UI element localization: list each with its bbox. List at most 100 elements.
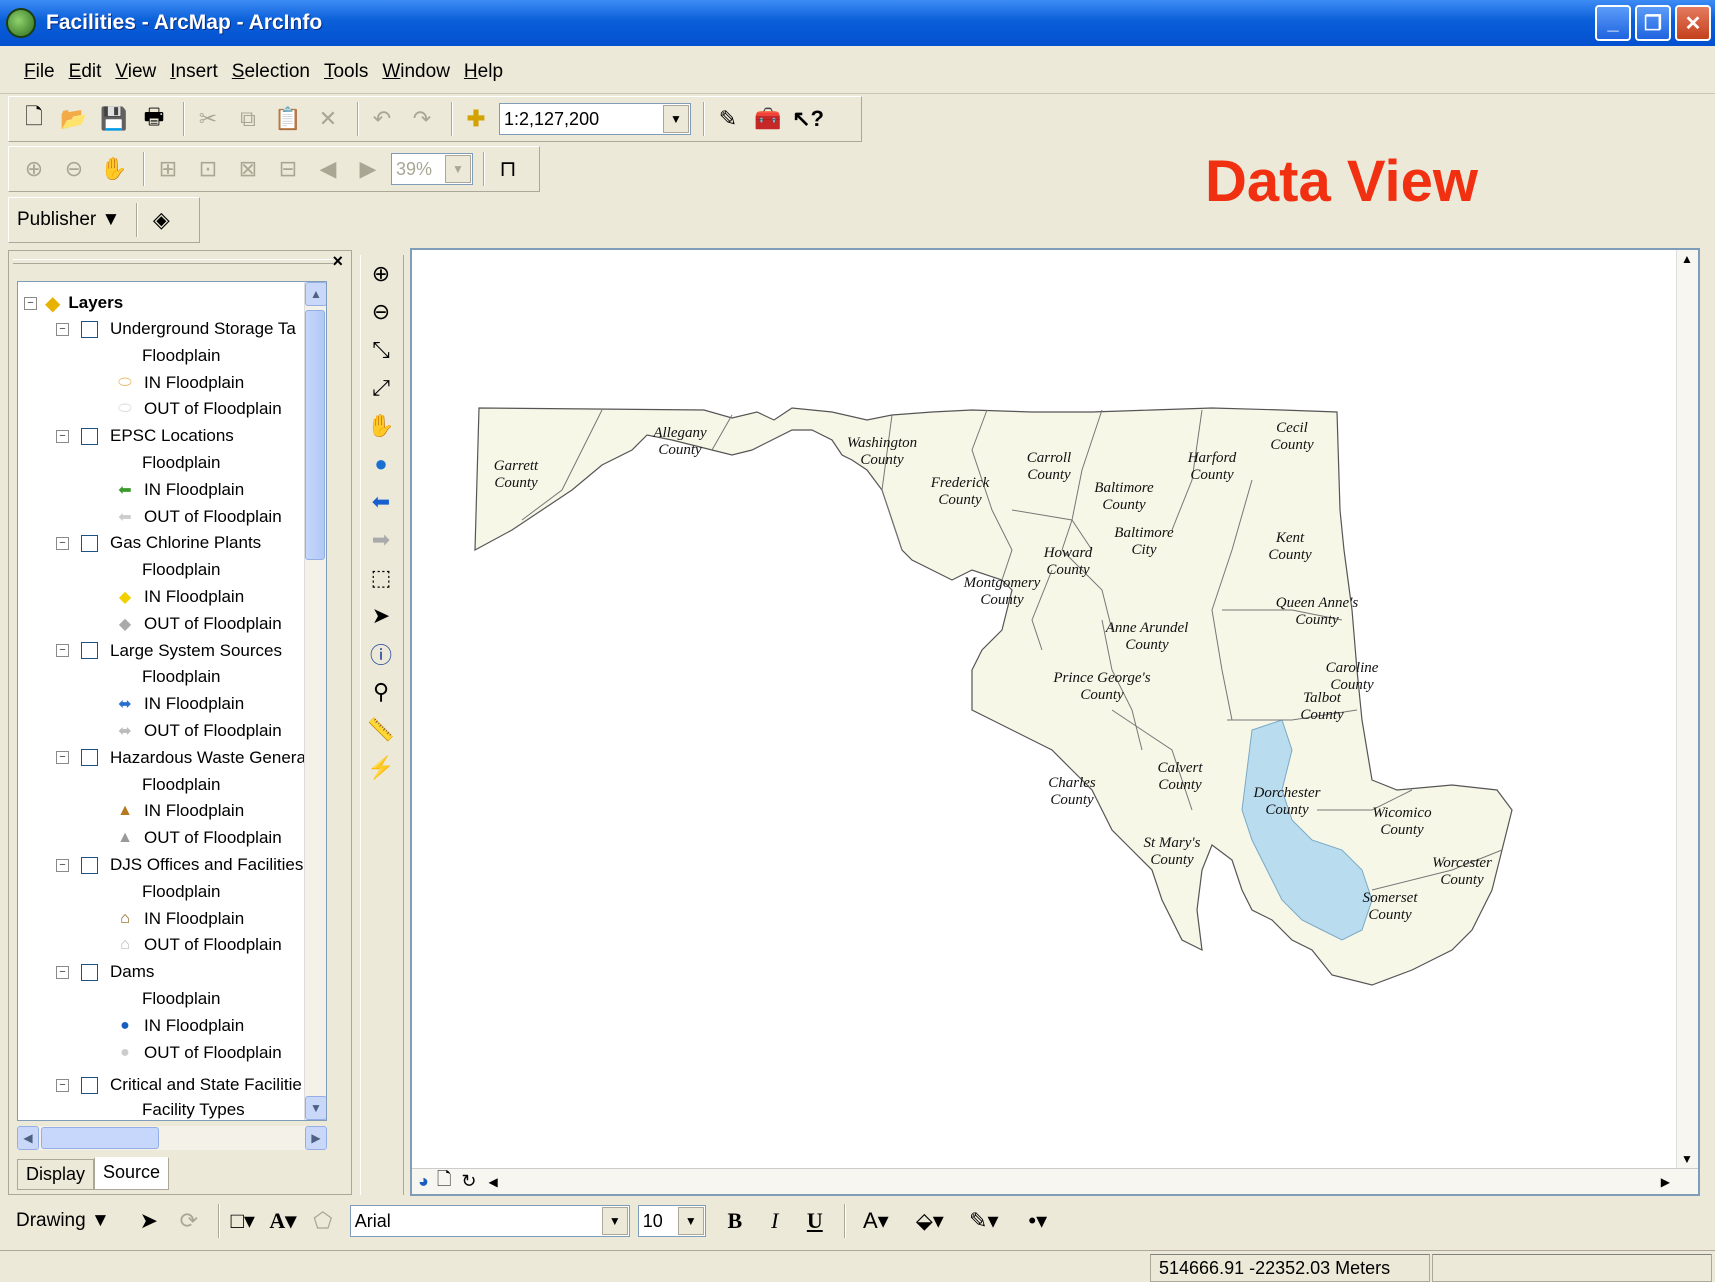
- layer-item[interactable]: − Large System Sources: [56, 638, 282, 664]
- open-folder-icon[interactable]: 📂: [57, 102, 91, 136]
- line-color-icon[interactable]: ✎▾: [960, 1204, 1008, 1238]
- chevron-down-icon[interactable]: ▼: [445, 155, 471, 183]
- save-icon[interactable]: 💾: [97, 102, 131, 136]
- menu-help[interactable]: Help: [464, 61, 503, 83]
- marker-color-icon[interactable]: •▾: [1014, 1204, 1062, 1238]
- select-features-icon[interactable]: ⬚: [361, 559, 401, 597]
- collapse-icon[interactable]: −: [56, 536, 69, 550]
- layer-visibility-checkbox[interactable]: [81, 320, 98, 338]
- new-text-icon[interactable]: A▾: [266, 1204, 300, 1238]
- zoom-out-icon[interactable]: ⊖: [361, 293, 401, 331]
- full-extent-globe-icon[interactable]: ●: [361, 445, 401, 483]
- layer-visibility-checkbox[interactable]: [81, 642, 98, 660]
- toc-horizontal-scrollbar[interactable]: ◀ ▶: [17, 1126, 327, 1150]
- scroll-right-icon[interactable]: ▶: [1661, 1175, 1670, 1189]
- arctoolbox-icon[interactable]: 🧰: [751, 102, 785, 136]
- rotate-icon[interactable]: ⟳: [172, 1204, 206, 1238]
- hscroll-thumb[interactable]: [41, 1127, 159, 1149]
- menu-selection[interactable]: Selection: [232, 61, 310, 83]
- scroll-left-icon[interactable]: ◀: [17, 1126, 39, 1150]
- collapse-icon[interactable]: −: [56, 1078, 69, 1092]
- go-back-extent-icon[interactable]: ◀: [311, 152, 345, 186]
- italic-button[interactable]: I: [758, 1204, 792, 1238]
- identify-icon[interactable]: ⓘ: [361, 635, 401, 673]
- layer-visibility-checkbox[interactable]: [81, 534, 98, 552]
- layer-visibility-checkbox[interactable]: [81, 749, 98, 767]
- menu-view[interactable]: View: [115, 61, 156, 83]
- layout-zoom-combo[interactable]: 39% ▼: [391, 153, 473, 185]
- whats-this-help-icon[interactable]: ↖?: [791, 102, 825, 136]
- close-button[interactable]: ✕: [1675, 5, 1711, 41]
- layer-visibility-checkbox[interactable]: [81, 1076, 98, 1094]
- restore-button[interactable]: ❐: [1635, 5, 1671, 41]
- chevron-down-icon[interactable]: ▼: [663, 105, 689, 133]
- underline-button[interactable]: U: [798, 1204, 832, 1238]
- find-binoculars-icon[interactable]: ⚲: [361, 673, 401, 711]
- menu-edit[interactable]: Edit: [69, 61, 102, 83]
- editor-toolbar-icon[interactable]: ✎: [711, 102, 745, 136]
- drawing-menu[interactable]: Drawing ▼: [16, 1210, 110, 1232]
- minimize-button[interactable]: _: [1595, 5, 1631, 41]
- toc-vertical-scrollbar[interactable]: ▲ ▼: [304, 282, 326, 1120]
- map-vertical-scrollbar[interactable]: ▲ ▼: [1676, 250, 1698, 1170]
- fixed-zoom-in-icon[interactable]: ⤡: [361, 331, 401, 369]
- layer-item[interactable]: − DJS Offices and Facilities: [56, 852, 303, 878]
- add-data-icon[interactable]: ✚: [459, 102, 493, 136]
- undo-icon[interactable]: ↶: [365, 102, 399, 136]
- layout-zoom-out-icon[interactable]: ⊖: [57, 152, 91, 186]
- redo-icon[interactable]: ↷: [405, 102, 439, 136]
- copy-icon[interactable]: ⧉: [231, 102, 265, 136]
- map-scale-combo[interactable]: 1:2,127,200 ▼: [499, 103, 691, 135]
- hyperlink-icon[interactable]: ⚡: [361, 749, 401, 787]
- layers-root[interactable]: − ◆ Layers: [24, 290, 123, 316]
- cut-icon[interactable]: ✂: [191, 102, 225, 136]
- menu-insert[interactable]: Insert: [170, 61, 218, 83]
- fixed-zoom-in-icon[interactable]: ⊠: [231, 152, 265, 186]
- paste-icon[interactable]: 📋: [271, 102, 305, 136]
- toc-grip[interactable]: [13, 259, 333, 264]
- layer-item[interactable]: − Underground Storage Ta: [56, 316, 296, 342]
- print-icon[interactable]: 🖶: [137, 102, 171, 136]
- layer-critical-facilities[interactable]: − Critical and State Facilitie: [56, 1072, 302, 1098]
- scroll-down-icon[interactable]: ▼: [1681, 1152, 1693, 1166]
- layer-visibility-checkbox[interactable]: [81, 856, 98, 874]
- edit-vertices-icon[interactable]: ⬠: [306, 1204, 340, 1238]
- select-elements-arrow-icon[interactable]: ➤: [132, 1204, 166, 1238]
- layout-zoom-in-icon[interactable]: ⊕: [17, 152, 51, 186]
- go-forward-extent-icon[interactable]: ▶: [351, 152, 385, 186]
- zoom-in-icon[interactable]: ⊕: [361, 255, 401, 293]
- data-view-globe-icon[interactable]: ◕: [418, 1171, 429, 1192]
- layer-item[interactable]: − Dams: [56, 959, 154, 985]
- collapse-icon[interactable]: −: [56, 429, 69, 443]
- publisher-layers-icon[interactable]: ◈: [144, 203, 178, 237]
- layer-item[interactable]: − EPSC Locations: [56, 423, 234, 449]
- collapse-icon[interactable]: −: [56, 644, 69, 658]
- collapse-icon[interactable]: −: [56, 322, 69, 336]
- menu-tools[interactable]: Tools: [324, 61, 368, 83]
- zoom-100-icon[interactable]: ⊡: [191, 152, 225, 186]
- fill-color-icon[interactable]: ⬙▾: [906, 1204, 954, 1238]
- collapse-icon[interactable]: −: [56, 965, 69, 979]
- layer-visibility-checkbox[interactable]: [81, 963, 98, 981]
- layer-item[interactable]: − Gas Chlorine Plants: [56, 530, 261, 556]
- scroll-thumb[interactable]: [305, 310, 325, 560]
- scroll-right-icon[interactable]: ▶: [305, 1126, 327, 1150]
- layout-pan-icon[interactable]: ✋: [97, 152, 131, 186]
- layout-view-page-icon[interactable]: 🗋: [437, 1167, 451, 1197]
- layer-item[interactable]: − Hazardous Waste Genera: [56, 745, 306, 771]
- font-size-combo[interactable]: 10 ▼: [637, 1205, 706, 1237]
- menu-window[interactable]: Window: [382, 61, 450, 83]
- bold-button[interactable]: B: [718, 1204, 752, 1238]
- new-document-icon[interactable]: 🗋: [17, 102, 51, 136]
- menu-file[interactable]: File: [24, 61, 55, 83]
- scroll-left-icon[interactable]: ◀: [488, 1175, 497, 1189]
- collapse-icon[interactable]: −: [24, 296, 37, 310]
- scroll-up-icon[interactable]: ▲: [305, 282, 326, 306]
- measure-icon[interactable]: 📏: [361, 711, 401, 749]
- zoom-whole-page-icon[interactable]: ⊞: [151, 152, 185, 186]
- scroll-down-icon[interactable]: ▼: [305, 1096, 326, 1120]
- tab-source[interactable]: Source: [94, 1157, 170, 1190]
- fixed-zoom-out-icon[interactable]: ⊟: [271, 152, 305, 186]
- refresh-icon[interactable]: ↻: [461, 1171, 476, 1192]
- publisher-menu[interactable]: Publisher ▼: [17, 209, 120, 231]
